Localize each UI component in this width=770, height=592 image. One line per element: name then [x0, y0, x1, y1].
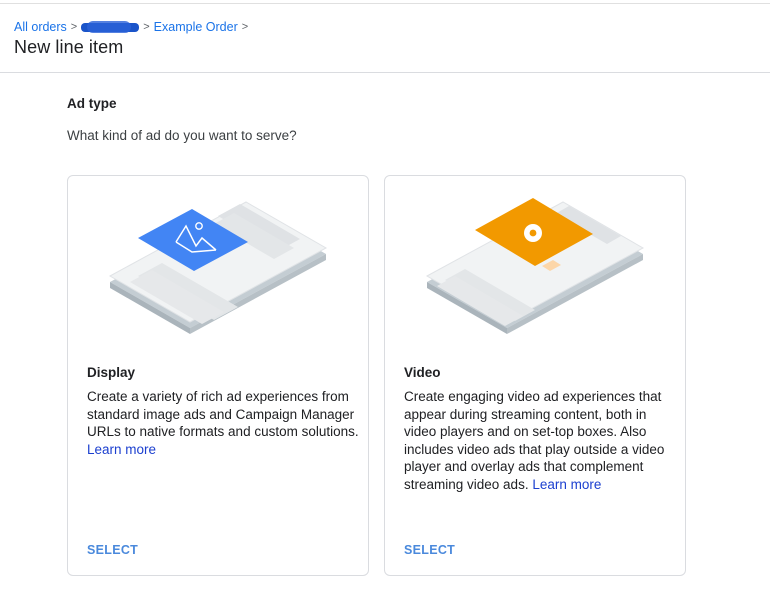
video-card-description: Create engaging video ad experiences tha…: [404, 388, 676, 493]
breadcrumb-separator: >: [241, 21, 249, 33]
breadcrumb-current-order[interactable]: Example Order: [154, 20, 238, 35]
video-phone-illustration: [425, 198, 645, 334]
video-select-button[interactable]: SELECT: [404, 543, 455, 557]
section-question: What kind of ad do you want to serve?: [67, 128, 297, 143]
video-ad-card[interactable]: Video Create engaging video ad experienc…: [384, 175, 686, 576]
video-learn-more-link[interactable]: Learn more: [532, 477, 601, 492]
breadcrumb-separator: >: [143, 21, 150, 33]
display-card-description: Create a variety of rich ad experiences …: [87, 388, 359, 458]
breadcrumb: All orders > > Example Order >: [14, 20, 252, 35]
display-description-text: Create a variety of rich ad experiences …: [87, 389, 359, 439]
page-title: New line item: [14, 37, 124, 57]
display-card-title: Display: [87, 365, 136, 380]
breadcrumb-all-orders[interactable]: All orders: [14, 20, 67, 35]
breadcrumb-redacted-advertiser[interactable]: [81, 21, 140, 33]
display-learn-more-link[interactable]: Learn more: [87, 442, 156, 457]
page-header: All orders > > Example Order > New line …: [0, 4, 770, 73]
section-title: Ad type: [67, 96, 117, 111]
display-phone-illustration: [108, 201, 328, 334]
display-select-button[interactable]: SELECT: [87, 543, 138, 557]
video-card-title: Video: [404, 365, 441, 380]
breadcrumb-separator: >: [70, 21, 78, 33]
display-ad-card[interactable]: Display Create a variety of rich ad expe…: [67, 175, 369, 576]
